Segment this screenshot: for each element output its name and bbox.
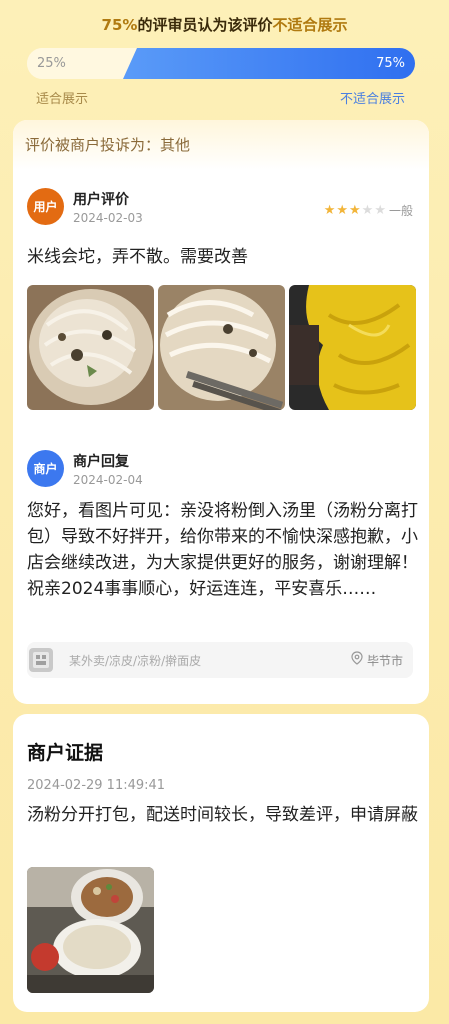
evidence-card: 商户证据 2024-02-29 11:49:41 汤粉分开打包，配送时间较长，导…	[13, 714, 429, 1012]
suitable-segment: 25%	[27, 48, 137, 79]
review-photo-noodles-2[interactable]	[158, 285, 285, 410]
review-author: 用户 用户评价 2024-02-03	[27, 188, 143, 225]
merchant-avatar: 商户	[27, 450, 64, 487]
star-empty-icon: ★	[361, 203, 374, 218]
star-icon: ★	[323, 203, 336, 218]
shop-thumbnail	[29, 648, 53, 672]
review-card: 评价被商户投诉为：其他 用户 用户评价 2024-02-03 ★ ★ ★ ★ ★…	[13, 120, 429, 704]
complaint-reason: 评价被商户投诉为：其他	[13, 120, 429, 170]
vote-percent: 75%	[101, 16, 138, 34]
vote-headline-end: 不适合展示	[272, 16, 348, 34]
vote-headline-mid: 的评审员认为该评价	[137, 16, 273, 34]
rating-text: 一般	[388, 204, 413, 218]
vote-labels: 适合展示 不适合展示	[36, 88, 405, 107]
review-date: 2024-02-03	[73, 210, 143, 225]
review-photo-bag[interactable]	[289, 285, 416, 410]
review-author-name: 用户评价	[73, 191, 129, 208]
evidence-title: 商户证据	[27, 742, 104, 764]
shop-name: 某外卖/凉皮/凉粉/擀面皮	[69, 653, 202, 668]
evidence-photo[interactable]	[27, 867, 154, 993]
suitable-label: 适合展示	[36, 92, 89, 107]
unsuitable-label: 不适合展示	[339, 92, 405, 107]
evidence-time: 2024-02-29 11:49:41	[27, 778, 166, 793]
review-photo-noodles-1[interactable]	[27, 285, 154, 410]
shop-info-bar[interactable]: 某外卖/凉皮/凉粉/擀面皮 毕节市	[27, 642, 413, 678]
unsuitable-segment: 75%	[123, 48, 415, 79]
star-rating: ★ ★ ★ ★ ★ 一般	[324, 202, 413, 219]
vote-progress-bar: 25% 75%	[27, 48, 415, 79]
review-text: 米线会坨，弄不散。需要改善	[27, 247, 248, 267]
evidence-text: 汤粉分开打包，配送时间较长，导致差评，申请屏蔽	[27, 805, 418, 825]
vote-summary: 75%的评审员认为该评价不适合展示 25% 75% 适合展示 不适合展示	[0, 0, 449, 118]
star-icon: ★	[336, 203, 349, 218]
reply-date: 2024-02-04	[73, 472, 143, 487]
vote-headline: 75%的评审员认为该评价不适合展示	[0, 14, 449, 35]
reply-text: 您好，看图片可见：亲没将粉倒入汤里（汤粉分离打包）导致不好拌开，给你带来的不愉快…	[27, 501, 418, 599]
reply-author: 商户 商户回复 2024-02-04	[27, 450, 143, 487]
shop-location: 毕节市	[366, 653, 403, 668]
location-pin-icon	[351, 651, 363, 669]
review-photos	[27, 285, 416, 410]
user-avatar: 用户	[27, 188, 64, 225]
star-empty-icon: ★	[374, 203, 386, 218]
reply-author-name: 商户回复	[73, 453, 129, 470]
star-icon: ★	[349, 203, 361, 218]
